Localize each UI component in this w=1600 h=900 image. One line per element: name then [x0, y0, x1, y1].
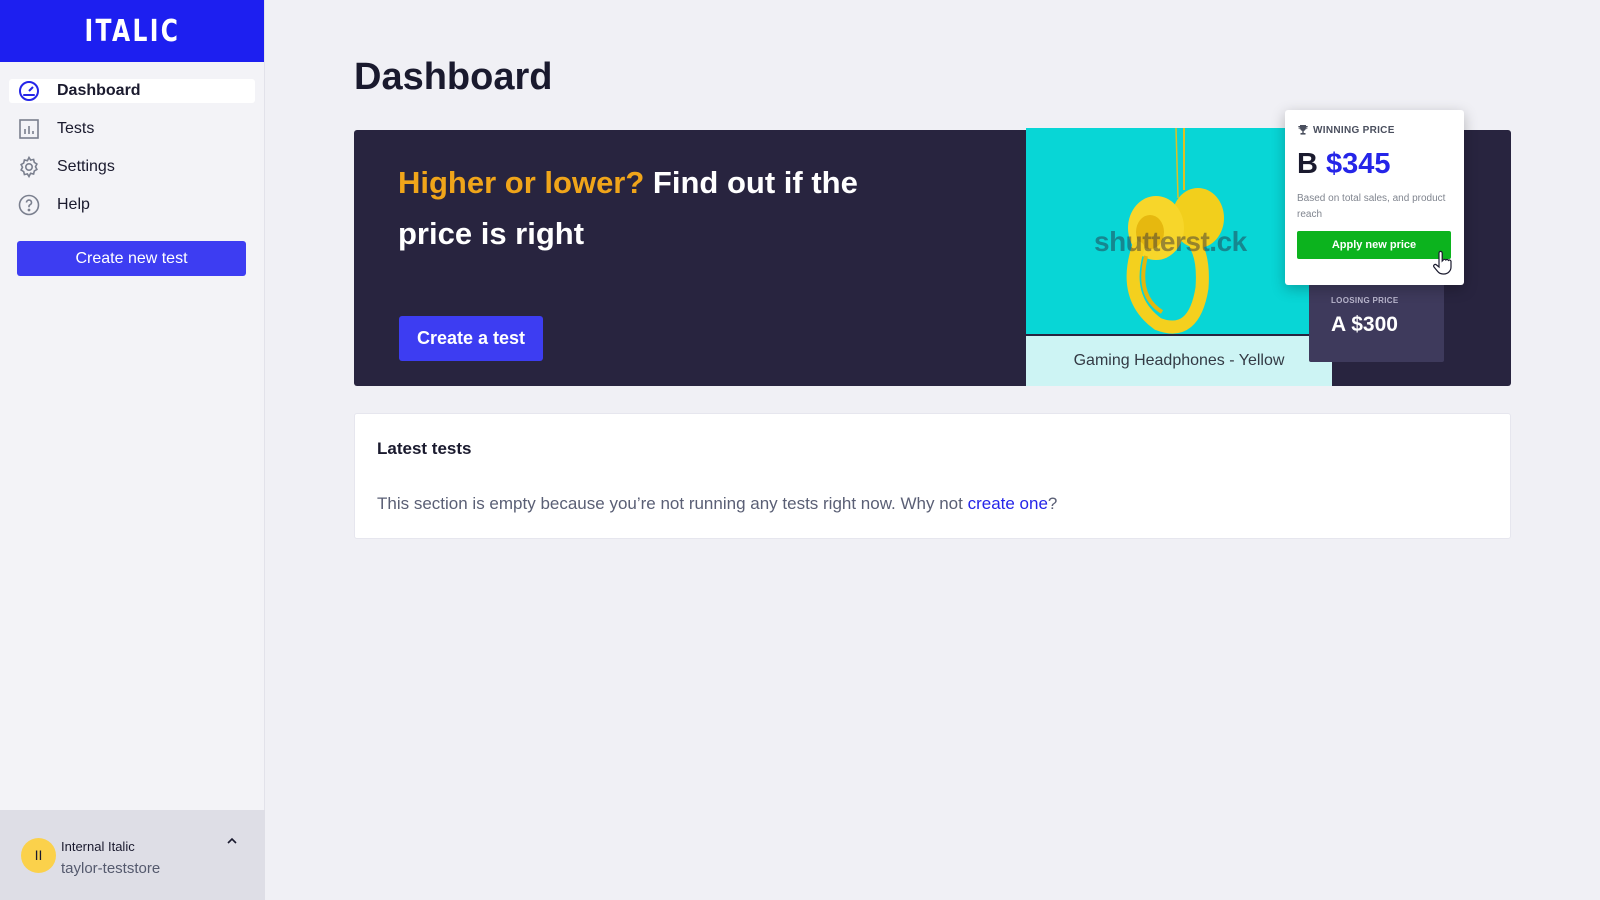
winning-price-label-text: WINNING PRICE: [1313, 124, 1395, 136]
watermark-text: shutterst.ck: [1094, 226, 1247, 257]
sidebar-nav: Dashboard Tests Settings Help: [0, 62, 264, 224]
winning-price-label: WINNING PRICE: [1297, 124, 1452, 136]
sidebar-item-label: Dashboard: [57, 82, 141, 99]
hero-heading-accent: Higher or lower?: [398, 165, 645, 200]
create-test-button[interactable]: Create a test: [399, 316, 543, 361]
create-new-test-button[interactable]: Create new test: [17, 241, 246, 276]
sidebar-item-tests[interactable]: Tests: [9, 110, 255, 148]
bar-chart-icon: [17, 117, 41, 141]
winning-price-card: WINNING PRICE B $345 Based on total sale…: [1285, 110, 1464, 285]
help-circle-icon: [17, 193, 41, 217]
chevron-up-icon[interactable]: [223, 832, 241, 850]
sidebar-item-settings[interactable]: Settings: [9, 148, 255, 186]
latest-tests-empty-message: This section is empty because you’re not…: [377, 494, 1057, 514]
sidebar-item-label: Settings: [57, 158, 115, 175]
account-info: Internal Italic taylor-teststore: [61, 839, 160, 877]
winning-amount: $345: [1326, 148, 1391, 180]
sidebar-item-help[interactable]: Help: [9, 186, 255, 224]
latest-tests-title: Latest tests: [377, 439, 472, 458]
winning-variant: B: [1297, 148, 1318, 180]
sidebar-item-dashboard[interactable]: Dashboard: [9, 79, 255, 103]
account-switcher[interactable]: II Internal Italic taylor-teststore: [0, 810, 265, 900]
hero-heading: Higher or lower? Find out if the price i…: [398, 157, 918, 259]
page-title: Dashboard: [354, 56, 553, 98]
winning-price-note: Based on total sales, and product reach: [1297, 193, 1446, 220]
create-one-link[interactable]: create one: [968, 494, 1048, 513]
product-caption: Gaming Headphones - Yellow: [1026, 336, 1332, 386]
avatar: II: [21, 837, 56, 873]
losing-price-value: A $300: [1331, 313, 1398, 336]
gear-icon: [17, 155, 41, 179]
losing-price-label: LOOSING PRICE: [1331, 296, 1399, 305]
sidebar-item-label: Tests: [57, 120, 95, 137]
brand-logo-text: ITALIC: [84, 13, 180, 49]
losing-price-card: LOOSING PRICE A $300: [1309, 284, 1444, 362]
empty-message-text: This section is empty because you’re not…: [377, 494, 968, 513]
latest-tests-card: Latest tests This section is empty becau…: [354, 413, 1511, 539]
trophy-icon: [1298, 125, 1308, 135]
sidebar-item-label: Help: [57, 196, 90, 213]
empty-message-suffix: ?: [1047, 494, 1058, 513]
account-store-name: taylor-teststore: [61, 860, 161, 877]
brand-logo[interactable]: ITALIC: [0, 0, 264, 62]
account-org-name: Internal Italic: [61, 839, 135, 854]
hand-cursor-icon: [1433, 250, 1452, 275]
sidebar: ITALIC Dashboard Tests Settings Help Cre…: [0, 0, 265, 900]
gauge-icon: [17, 79, 41, 103]
winning-price-value: B $345: [1297, 148, 1452, 181]
apply-new-price-button[interactable]: Apply new price: [1297, 231, 1451, 259]
hero-banner: Higher or lower? Find out if the price i…: [354, 110, 1511, 386]
